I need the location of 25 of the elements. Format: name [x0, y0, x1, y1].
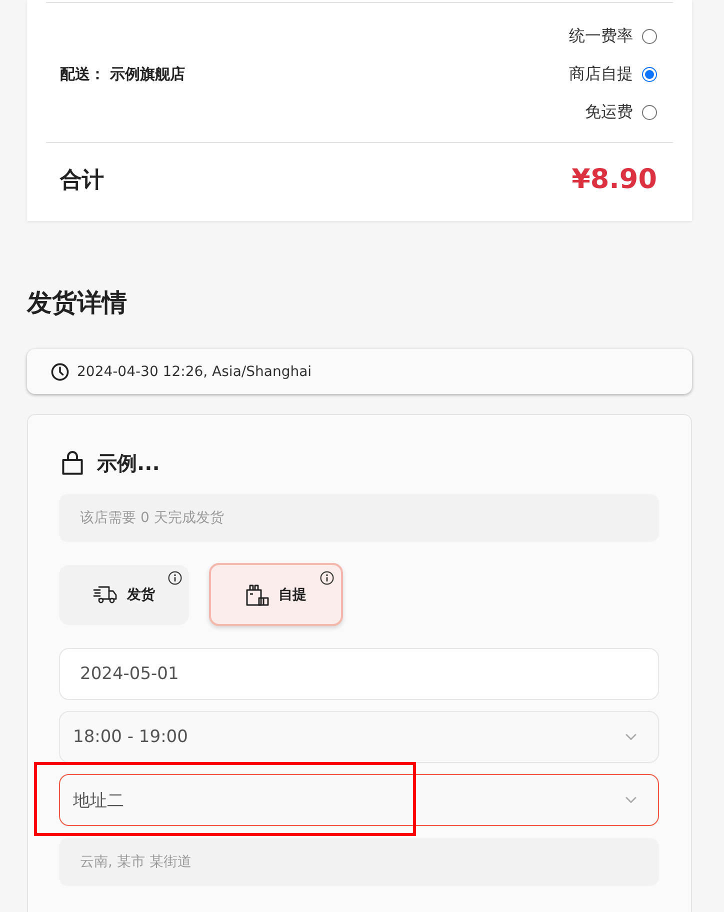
- info-icon[interactable]: [168, 570, 182, 584]
- shipping-option-label[interactable]: 免运费: [585, 102, 633, 122]
- radio-button[interactable]: [642, 28, 657, 44]
- date-field[interactable]: 2024-05-01: [59, 648, 659, 700]
- radio-button[interactable]: [642, 66, 657, 82]
- shipping-method-button[interactable]: 发货: [59, 564, 189, 624]
- address-detail: 云南, 某市 某街道: [59, 838, 659, 886]
- total-amount: ¥8.90: [572, 164, 657, 195]
- shipping-option-label[interactable]: 统一费率: [569, 26, 633, 46]
- total-label: 合计: [60, 166, 104, 194]
- section-title: 发货详情: [27, 287, 127, 319]
- bag-icon: [62, 451, 83, 475]
- radio-button[interactable]: [642, 104, 657, 120]
- shipping-note: 该店需要 0 天完成发货: [59, 494, 659, 542]
- shipping-option-label[interactable]: 商店自提: [569, 64, 633, 84]
- clock-icon: [51, 362, 69, 380]
- store-name: 示例...: [97, 450, 160, 476]
- shipping-method-button[interactable]: 自提: [209, 563, 343, 626]
- timestamp-text: 2024-04-30 12:26, Asia/Shanghai: [77, 364, 312, 380]
- address-select[interactable]: 地址二: [59, 774, 659, 826]
- info-icon[interactable]: [320, 571, 334, 585]
- time-select[interactable]: 18:00 - 19:00: [59, 711, 659, 763]
- truck-icon: [93, 585, 117, 604]
- bag-and-box-icon: [246, 584, 268, 606]
- shipping-label: 配送： 示例旗舰店: [60, 64, 186, 84]
